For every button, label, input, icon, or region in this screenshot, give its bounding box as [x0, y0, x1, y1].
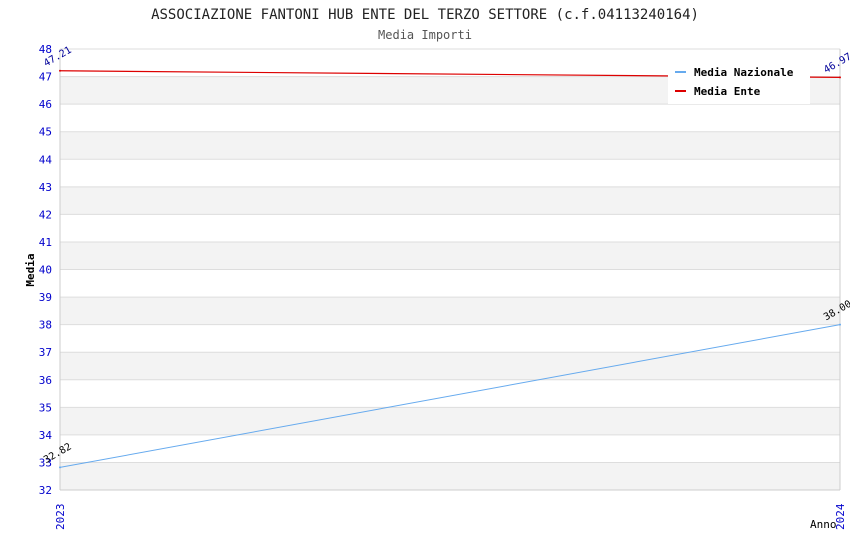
- y-tick-label: 45: [39, 126, 52, 139]
- y-tick-label: 38: [39, 319, 52, 332]
- plot-band: [60, 269, 840, 298]
- legend-label: Media Nazionale: [694, 66, 794, 79]
- y-tick-label: 47: [39, 71, 52, 84]
- line-chart: ASSOCIAZIONE FANTONI HUB ENTE DEL TERZO …: [0, 0, 850, 550]
- plot-band: [60, 241, 840, 270]
- y-tick-label: 48: [39, 43, 52, 56]
- data-point: [839, 76, 841, 79]
- y-tick-label: 46: [39, 98, 52, 111]
- plot-band: [60, 214, 840, 242]
- data-point: [59, 69, 61, 72]
- plot-band: [60, 159, 840, 187]
- plot-band: [60, 104, 840, 132]
- y-tick-label: 37: [39, 346, 52, 359]
- chart-title: ASSOCIAZIONE FANTONI HUB ENTE DEL TERZO …: [151, 7, 699, 23]
- y-tick-label: 36: [39, 374, 52, 387]
- y-tick-label: 39: [39, 291, 52, 304]
- y-tick-label: 42: [39, 208, 52, 221]
- data-point: [59, 466, 61, 469]
- plot-band: [60, 352, 840, 380]
- x-axis-ticks: 2023 2024: [54, 503, 847, 530]
- plot-band: [60, 379, 840, 408]
- plot-band: [60, 407, 840, 435]
- chart-subtitle: Media Importi: [378, 28, 472, 42]
- x-axis-label: Anno: [810, 518, 837, 531]
- y-axis-label: Media: [24, 253, 37, 286]
- chart-svg: ASSOCIAZIONE FANTONI HUB ENTE DEL TERZO …: [24, 7, 850, 531]
- plot-band: [60, 324, 840, 353]
- y-tick-label: 41: [39, 236, 52, 249]
- y-tick-label: 34: [39, 429, 53, 442]
- y-axis-ticks: 3233343536373839404142434445464748: [39, 43, 53, 497]
- y-tick-label: 40: [39, 264, 52, 277]
- y-tick-label: 32: [39, 484, 52, 497]
- legend: Media Nazionale Media Ente: [668, 60, 810, 104]
- x-tick-label: 2023: [54, 504, 67, 531]
- legend-label: Media Ente: [694, 85, 761, 98]
- plot-band: [60, 297, 840, 325]
- plot-band: [60, 186, 840, 215]
- y-tick-label: 44: [39, 153, 53, 166]
- data-point: [839, 323, 841, 326]
- y-tick-label: 43: [39, 181, 52, 194]
- plot-band: [60, 131, 840, 160]
- plot-band: [60, 462, 840, 490]
- y-tick-label: 35: [39, 401, 52, 414]
- plot-band: [60, 434, 840, 463]
